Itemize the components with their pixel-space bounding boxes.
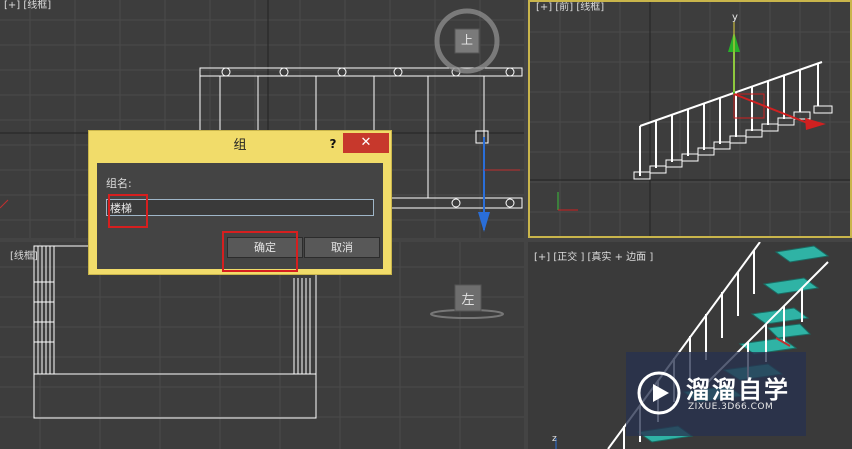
navcube-left[interactable]: 左 xyxy=(455,289,481,308)
help-button[interactable]: ? xyxy=(322,135,344,153)
close-icon: ✕ xyxy=(360,135,372,150)
viewport-label-bottom-left[interactable]: [线框] xyxy=(10,247,38,262)
viewport-label-top-left[interactable]: [+] [线框] xyxy=(4,0,51,11)
top-right-grid xyxy=(530,2,850,236)
viewport-top-right[interactable]: [+] [前] [线框] y xyxy=(528,0,852,238)
close-button[interactable]: ✕ xyxy=(343,133,389,153)
cancel-button[interactable]: 取消 xyxy=(304,237,380,258)
viewport-label-top-right[interactable]: [+] [前] [线框] xyxy=(536,2,604,13)
ok-button[interactable]: 确定 xyxy=(227,237,303,258)
viewport-label-bottom-right[interactable]: [+] [正交 ] [真实 + 边面 ] xyxy=(534,248,653,263)
watermark-url: ZIXUE.3D66.COM xyxy=(688,402,774,412)
navcube-face-label: 上 xyxy=(460,33,473,47)
gizmo-y-label: y xyxy=(732,12,738,23)
watermark-logo-icon xyxy=(637,371,681,415)
group-name-input[interactable] xyxy=(106,199,374,216)
group-dialog: 组 ? ✕ 组名: 确定 取消 xyxy=(88,130,392,275)
navcube-left-face-label: 左 xyxy=(461,293,475,308)
navcube-top[interactable]: 上 xyxy=(455,31,479,48)
dialog-body: 组名: 确定 取消 xyxy=(97,163,383,269)
group-name-label: 组名: xyxy=(106,177,132,190)
watermark: 溜溜自学 ZIXUE.3D66.COM xyxy=(626,352,806,436)
watermark-title: 溜溜自学 xyxy=(686,376,790,404)
axis-z-label: z xyxy=(552,434,557,444)
